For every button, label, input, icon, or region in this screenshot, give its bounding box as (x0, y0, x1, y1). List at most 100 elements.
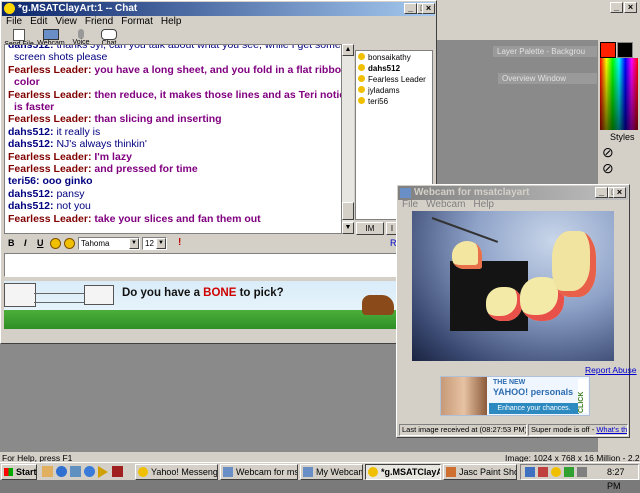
style-null-icon[interactable]: ⊘ ⊘ (602, 144, 636, 176)
chat-sender: dahs512: (8, 200, 54, 213)
chat-sender: teri56: (8, 175, 40, 188)
webcam-menu-help[interactable]: Help (469, 199, 498, 210)
ad-headline: Do you have a BONE to pick? (122, 287, 284, 299)
webcam-icon (303, 467, 313, 477)
menu-friend[interactable]: Friend (81, 16, 117, 27)
layer-palette-titlebar[interactable]: Layer Palette - Backgrou (493, 46, 597, 57)
user-list-item[interactable]: Fearless Leader (358, 74, 430, 85)
minimize-icon[interactable]: _ (404, 3, 417, 14)
im-button[interactable]: IM (356, 222, 384, 235)
user-list-item[interactable]: dahs512 (358, 63, 430, 74)
menu-view[interactable]: View (51, 16, 81, 27)
chat-message: Fearless Leader: you have a long sheet, … (8, 64, 341, 76)
menu-edit[interactable]: Edit (26, 16, 51, 27)
size-select[interactable]: 12 ▼ (142, 237, 167, 250)
color-swatch-black[interactable] (617, 42, 633, 58)
chat-message: is faster (8, 101, 338, 113)
fence (34, 293, 84, 303)
size-select-value: 12 (145, 239, 154, 248)
webcam-status-right: Super mode is off - What's this? (528, 424, 628, 436)
webcam-menu-webcam[interactable]: Webcam (422, 199, 469, 210)
chevron-down-icon[interactable]: ▼ (156, 238, 166, 249)
menu-help[interactable]: Help (157, 16, 186, 27)
scroll-down-arrow-icon[interactable]: ▼ (342, 222, 354, 234)
tray-icon[interactable] (538, 467, 548, 477)
chat-sender: Fearless Leader: (8, 212, 92, 225)
user-list-item[interactable]: bonsaikathy (358, 52, 430, 63)
tray-icon[interactable] (551, 467, 561, 477)
smiley-icon (138, 467, 148, 477)
color-swatch-red[interactable] (600, 42, 616, 58)
chat-message: Fearless Leader: then reduce, it makes t… (8, 88, 341, 101)
report-abuse-link[interactable]: Report Abuse (585, 365, 637, 375)
ad-click[interactable]: CLICK (578, 379, 588, 413)
webcam-icon (223, 467, 233, 477)
italic-button[interactable]: I (24, 238, 27, 248)
taskbar-chat-active[interactable]: *g.MSATClayA... (365, 464, 441, 480)
chat-message: dahs512: it really is (8, 126, 338, 138)
buzz-icon[interactable]: ! (178, 237, 181, 248)
scroll-thumb[interactable] (342, 202, 354, 220)
taskbar-paint-shop-pro[interactable]: Jasc Paint Shop P... (443, 464, 517, 480)
chat-sender: Fearless Leader: (8, 88, 92, 101)
color-picker-icon[interactable] (64, 238, 75, 249)
menu-format[interactable]: Format (117, 16, 157, 27)
chat-titlebar[interactable]: *g.MSATClayArt:1 -- Chat _ □ × (2, 2, 435, 16)
emoticon-icon[interactable] (50, 238, 61, 249)
clay-tool (431, 217, 499, 243)
user-list-item[interactable]: teri56 (358, 96, 430, 107)
webcam-close-icon[interactable]: × (613, 187, 626, 198)
chat-scrollbar[interactable]: ▲ ▼ (342, 44, 354, 234)
start-button[interactable]: Start (1, 464, 37, 480)
chat-text: and pressed for time (94, 163, 198, 176)
clay-piece (486, 287, 522, 321)
webcam-status-left: Last image received at (08:27:53 PM) (399, 424, 527, 436)
user-list-item[interactable]: jyladams (358, 85, 430, 96)
chat-text: I'm lazy (94, 150, 132, 163)
color-picker-rainbow[interactable] (600, 58, 638, 130)
ie-icon[interactable] (56, 466, 67, 477)
chevron-down-icon[interactable]: ▼ (129, 238, 139, 249)
chat-sender: dahs512: (8, 138, 54, 151)
taskbar-yahoo-messenger[interactable]: Yahoo! Messenge... (135, 464, 218, 480)
whats-this-link[interactable]: What's this? (596, 425, 627, 434)
desktop-icon[interactable] (70, 466, 81, 477)
tray-icon[interactable] (525, 467, 535, 477)
send-file-icon (13, 29, 25, 41)
bone-ad-banner[interactable]: Do you have a BONE to pick? (4, 281, 398, 329)
overview-window-title: Overview Window (502, 74, 567, 83)
chat-text: then reduce, it makes those lines and as… (94, 88, 341, 101)
outlook-icon[interactable] (42, 466, 53, 477)
quick-launch (40, 465, 132, 479)
bold-button[interactable]: B (8, 238, 15, 248)
user-name: bonsaikathy (368, 53, 411, 62)
taskbar-webcam-msat[interactable]: Webcam for msat... (220, 464, 298, 480)
font-select[interactable]: Tahoma ▼ (78, 237, 140, 250)
webcam-image (412, 211, 614, 361)
webcam-menu-file[interactable]: File (398, 199, 422, 210)
underline-button[interactable]: U (37, 238, 44, 248)
menu-file[interactable]: File (2, 16, 26, 27)
scroll-up-arrow-icon[interactable]: ▲ (342, 44, 354, 56)
taskbar-label: Jasc Paint Shop P... (459, 467, 516, 477)
chat-text: is faster (14, 101, 55, 114)
chat-message: color (8, 76, 338, 88)
overview-window-titlebar[interactable]: Overview Window (498, 73, 597, 84)
yahoo-personals-ad[interactable]: THE NEW YAHOO! personals Enhance your ch… (440, 376, 590, 416)
messenger-icon[interactable] (112, 466, 123, 477)
webcam-title: Webcam for msatclayart (414, 187, 530, 198)
font-select-value: Tahoma (81, 239, 110, 248)
styles-label: Styles (610, 132, 635, 142)
message-input[interactable] (4, 253, 398, 277)
media-player-icon[interactable] (98, 466, 108, 478)
taskbar-my-webcam[interactable]: My Webcam (dah... (300, 464, 363, 480)
tray-icon[interactable] (564, 467, 574, 477)
chat-transcript[interactable]: dahs512: thanks Jyl, can you talk about … (4, 44, 342, 234)
taskbar-label: My Webcam (dah... (316, 467, 363, 477)
chat-close-icon[interactable]: × (422, 3, 435, 14)
minimize-icon[interactable]: _ (595, 187, 608, 198)
psp-close-icon[interactable]: _ × (610, 2, 638, 14)
volume-icon[interactable] (577, 467, 587, 477)
chat-text: ooo ginko (42, 175, 93, 188)
ie-icon-2[interactable] (84, 466, 95, 477)
